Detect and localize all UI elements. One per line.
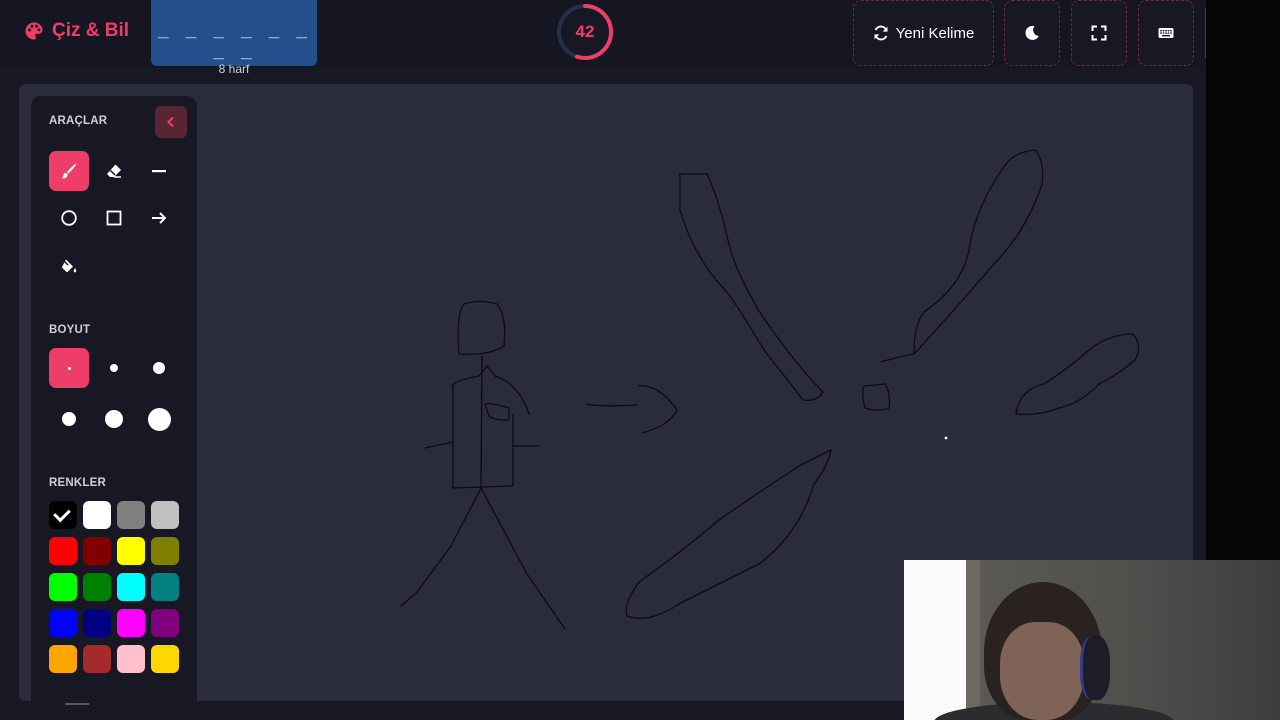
color-swatch[interactable] xyxy=(151,537,179,565)
size-option-5[interactable] xyxy=(94,399,134,439)
new-word-button[interactable]: Yeni Kelime xyxy=(853,0,994,66)
paint-bucket-icon xyxy=(62,259,77,273)
fullscreen-button[interactable] xyxy=(1071,0,1127,66)
eraser-icon xyxy=(107,164,121,178)
arrow-tool[interactable] xyxy=(139,198,179,238)
tools-panel: ARAÇLAR BOYUT RENKLER xyxy=(31,96,197,710)
timer-value: 42 xyxy=(575,22,595,41)
palette-icon xyxy=(25,22,43,40)
color-swatch[interactable] xyxy=(49,501,77,529)
app-title: Çiz & Bil xyxy=(52,20,130,41)
eraser-tool[interactable] xyxy=(94,151,134,191)
circle-tool[interactable] xyxy=(49,198,89,238)
app-logo: Çiz & Bil xyxy=(24,20,129,42)
size-dot xyxy=(147,407,171,431)
arrow-sketch xyxy=(585,385,678,434)
size-option-4[interactable] xyxy=(49,399,89,439)
moon-icon xyxy=(1025,25,1039,40)
color-swatch[interactable] xyxy=(83,645,111,673)
brush-tool[interactable] xyxy=(49,151,89,191)
word-blanks: _ _ _ _ _ _ _ _ xyxy=(157,18,311,60)
color-swatch[interactable] xyxy=(49,645,77,673)
top-bar: Çiz & Bil _ _ _ _ _ _ _ _ 8 harf 42 Yeni… xyxy=(0,0,1207,76)
size-dot xyxy=(110,364,118,372)
rectangle-tool[interactable] xyxy=(94,198,134,238)
line-tool[interactable] xyxy=(139,151,179,191)
keyboard-button[interactable] xyxy=(1138,0,1194,66)
theme-toggle-button[interactable] xyxy=(1004,0,1060,66)
color-swatch[interactable] xyxy=(49,537,77,565)
word-length: 8 harf xyxy=(218,62,250,76)
fill-tool[interactable] xyxy=(49,246,89,286)
color-swatch[interactable] xyxy=(117,609,145,637)
size-option-2[interactable] xyxy=(94,348,134,388)
webcam-door-frame xyxy=(966,560,980,720)
expand-icon xyxy=(1091,25,1107,41)
color-swatch[interactable] xyxy=(83,501,111,529)
brush-icon xyxy=(61,163,77,179)
size-option-6[interactable] xyxy=(139,399,179,439)
webcam-headset xyxy=(1080,636,1110,700)
webcam-person-face xyxy=(1000,622,1084,720)
countdown-timer: 42 xyxy=(556,3,614,61)
color-swatch[interactable] xyxy=(117,537,145,565)
color-swatch[interactable] xyxy=(49,573,77,601)
size-dot xyxy=(105,410,123,428)
color-swatch[interactable] xyxy=(151,501,179,529)
colors-heading: RENKLER xyxy=(49,477,106,489)
arrow-right-icon xyxy=(152,212,167,224)
refresh-icon xyxy=(874,25,888,41)
color-swatch[interactable] xyxy=(117,573,145,601)
circle-icon xyxy=(61,210,77,226)
new-word-label: Yeni Kelime xyxy=(895,24,975,42)
collapse-panel-button[interactable] xyxy=(155,106,187,138)
panel-footer-bar xyxy=(65,703,89,705)
size-option-3[interactable] xyxy=(139,348,179,388)
size-dot xyxy=(62,412,76,426)
color-swatch[interactable] xyxy=(117,645,145,673)
color-swatch[interactable] xyxy=(151,573,179,601)
color-swatch[interactable] xyxy=(151,609,179,637)
explosion-sketch xyxy=(625,149,1140,619)
size-heading: BOYUT xyxy=(49,324,91,336)
size-dot xyxy=(153,362,165,374)
screen-margin xyxy=(1206,0,1280,560)
stick-figure-sketch xyxy=(400,300,566,630)
line-icon xyxy=(152,170,166,173)
color-swatch[interactable] xyxy=(83,537,111,565)
keyboard-icon xyxy=(1158,28,1174,38)
size-dot xyxy=(67,366,71,370)
square-icon xyxy=(106,210,122,226)
color-swatch[interactable] xyxy=(83,573,111,601)
webcam-overlay xyxy=(904,560,1280,720)
size-option-1[interactable] xyxy=(49,348,89,388)
color-swatch[interactable] xyxy=(49,609,77,637)
tools-heading: ARAÇLAR xyxy=(49,115,108,127)
word-hint: _ _ _ _ _ _ _ _ 8 harf xyxy=(151,0,317,76)
webcam-window-light xyxy=(904,560,966,720)
chevron-left-icon xyxy=(167,116,174,128)
color-swatch[interactable] xyxy=(151,645,179,673)
color-swatch[interactable] xyxy=(83,609,111,637)
color-swatch[interactable] xyxy=(117,501,145,529)
